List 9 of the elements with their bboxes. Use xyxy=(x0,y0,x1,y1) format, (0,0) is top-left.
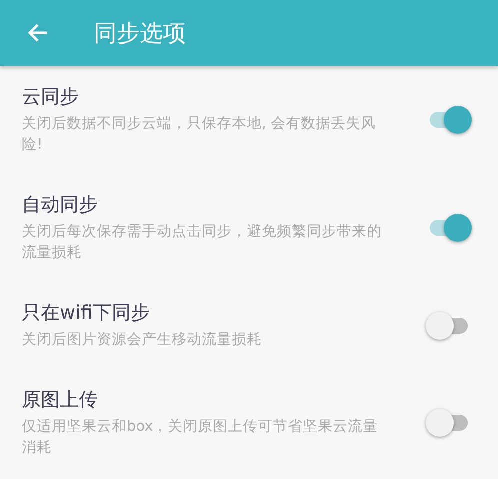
setting-description: 仅适用坚果云和box，关闭原图上传可节省坚果云流量消耗 xyxy=(22,418,380,458)
setting-description: 关闭后数据不同步云端，只保存本地, 会有数据丢失风险! xyxy=(22,115,378,155)
setting-title: 云同步 xyxy=(22,85,80,110)
setting-description: 关闭后图片资源会产生移动流量损耗 xyxy=(22,330,263,350)
setting-title: 只在wifi下同步 xyxy=(22,301,151,326)
setting-title: 自动同步 xyxy=(22,193,99,218)
screen-title: 同步选项 xyxy=(94,20,186,48)
setting-title: 原图上传 xyxy=(22,388,99,413)
setting-description: 关闭后每次保存需手动点击同步，避免频繁同步带来的流量损耗 xyxy=(22,222,383,263)
